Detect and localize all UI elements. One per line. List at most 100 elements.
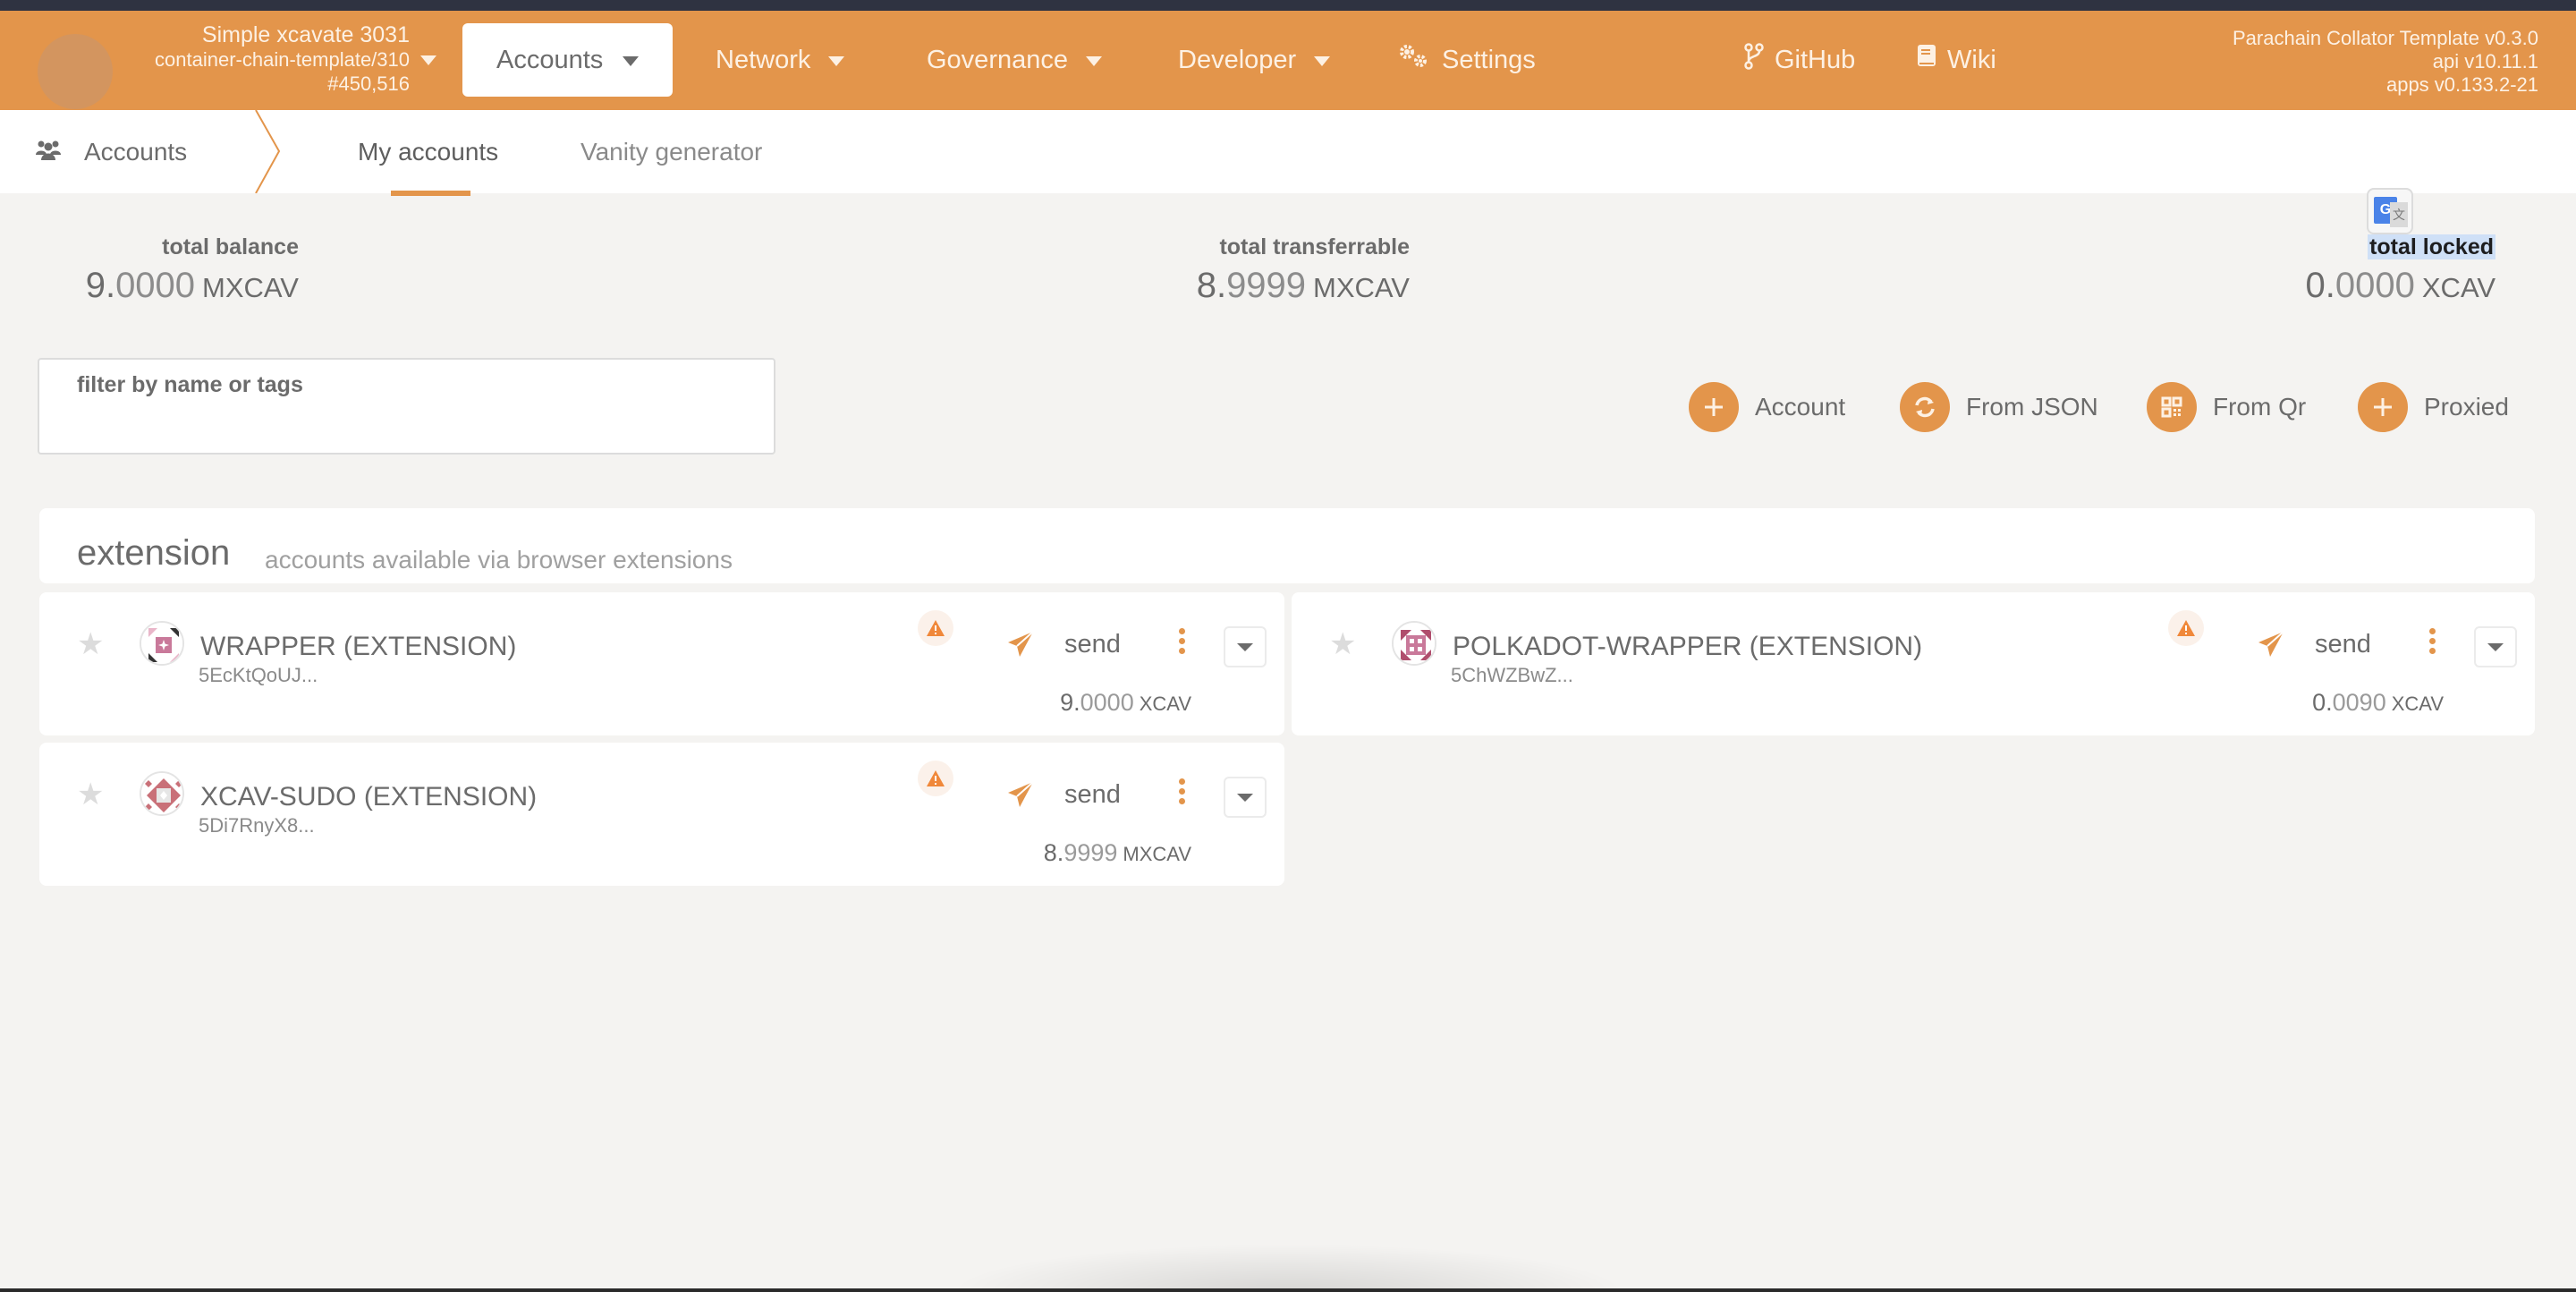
balance-unit: XCAV	[2391, 693, 2444, 715]
dock-shadow	[948, 1244, 1628, 1292]
chain-spec: container-chain-template/310	[155, 48, 410, 71]
total-locked-label: total locked	[2290, 234, 2496, 260]
nav-governance-label: Governance	[927, 45, 1068, 74]
tab-my-accounts[interactable]: My accounts	[358, 110, 498, 193]
send-button[interactable]: send	[1007, 775, 1121, 814]
paper-plane-icon	[1008, 631, 1034, 657]
account-address[interactable]: 5ChWZBwZ...	[1451, 664, 1573, 687]
section-title: extension	[77, 533, 231, 573]
caret-down-icon	[828, 56, 845, 66]
nav-github[interactable]: GitHub	[1744, 23, 1855, 97]
account-balance: 0.0090 XCAV	[2312, 689, 2444, 717]
best-block: #450,516	[327, 72, 410, 95]
caret-down-icon	[1237, 642, 1253, 651]
account-balance: 9.0000 XCAV	[1060, 689, 1191, 717]
favorite-star-icon[interactable]: ★	[77, 626, 104, 662]
total-transferrable-label: total transferrable	[1219, 234, 1410, 259]
account-identicon[interactable]	[140, 621, 184, 666]
account-row: ★ XCAV-SUDO (EXTENSION) 5Di7RnyX8... sen…	[39, 743, 1284, 886]
account-name[interactable]: WRAPPER (EXTENSION)	[200, 632, 516, 662]
total-locked-label-text: total locked	[2368, 234, 2496, 259]
send-label: send	[2315, 629, 2371, 659]
filter-input[interactable]	[75, 406, 755, 446]
gears-icon	[1397, 43, 1431, 77]
total-balance-value: 9.0000 MXCAV	[79, 266, 299, 306]
api-version: api v10.11.1	[2432, 50, 2538, 72]
favorite-star-icon[interactable]: ★	[77, 777, 104, 812]
active-tab-indicator	[391, 191, 470, 196]
warning-icon[interactable]	[2168, 610, 2204, 646]
nav-github-label: GitHub	[1775, 45, 1856, 74]
plus-icon	[2358, 382, 2408, 432]
account-balance: 8.9999 MXCAV	[1044, 839, 1191, 867]
account-identicon[interactable]	[140, 771, 184, 816]
nav-wiki-label: Wiki	[1947, 45, 1996, 74]
warning-icon[interactable]	[918, 761, 953, 796]
nav-network[interactable]: Network	[716, 23, 845, 97]
balance-frac: 0090	[2332, 689, 2386, 716]
caret-down-icon	[1237, 793, 1253, 802]
version-info: Parachain Collator Template v0.3.0 api v…	[2233, 27, 2538, 97]
transferrable-int: 8.	[1196, 266, 1227, 305]
transferrable-unit: MXCAV	[1313, 272, 1410, 303]
account-address[interactable]: 5EcKtQoUJ...	[199, 664, 318, 687]
extension-section-header: extension accounts available via browser…	[39, 508, 2535, 583]
balance-frac: 0000	[115, 266, 196, 305]
total-balance-label: total balance	[162, 234, 299, 259]
plus-icon	[1689, 382, 1739, 432]
send-label: send	[1064, 779, 1121, 809]
google-translate-icon[interactable]: G 文	[2367, 188, 2413, 234]
sync-icon	[1900, 382, 1950, 432]
more-options-icon[interactable]	[1177, 778, 1186, 809]
summary-total-transferrable: total transferrable 8.9999 MXCAV	[1181, 234, 1410, 306]
filter-field[interactable]: filter by name or tags	[38, 358, 775, 455]
tab-vanity-generator[interactable]: Vanity generator	[580, 110, 762, 193]
expand-row-button[interactable]	[1224, 777, 1267, 818]
from-json-button[interactable]: From JSON	[1900, 382, 2098, 432]
add-account-button[interactable]: Account	[1689, 382, 1845, 432]
balance-int: 9.	[1060, 689, 1080, 716]
favorite-star-icon[interactable]: ★	[1329, 626, 1356, 662]
more-options-icon[interactable]	[2428, 628, 2436, 659]
nav-settings[interactable]: Settings	[1397, 23, 1536, 97]
warning-icon[interactable]	[918, 610, 953, 646]
code-branch-icon	[1744, 43, 1764, 77]
send-button[interactable]: send	[2258, 625, 2371, 664]
send-button[interactable]: send	[1007, 625, 1121, 664]
expand-row-button[interactable]	[2474, 626, 2517, 667]
nav-wiki[interactable]: Wiki	[1917, 23, 1996, 97]
balance-unit: MXCAV	[202, 272, 299, 303]
nav-developer[interactable]: Developer	[1178, 23, 1331, 97]
account-row: ★ WRAPPER (EXTENSION) 5EcKtQoUJ... send …	[39, 592, 1284, 735]
locked-frac: 0000	[2334, 266, 2415, 305]
nav-network-label: Network	[716, 45, 811, 74]
paper-plane-icon	[1008, 781, 1034, 807]
caret-down-icon	[2487, 642, 2504, 651]
chain-logo[interactable]	[38, 34, 113, 109]
balance-unit: MXCAV	[1123, 843, 1191, 865]
nav-governance[interactable]: Governance	[927, 23, 1102, 97]
account-address[interactable]: 5Di7RnyX8...	[199, 814, 315, 837]
balance-int: 9.	[85, 266, 116, 305]
account-row: ★ POLKADOT-WRAPPER (EXTENSION) 5ChWZBwZ.…	[1292, 592, 2535, 735]
account-name[interactable]: XCAV-SUDO (EXTENSION)	[200, 782, 537, 812]
qrcode-icon	[2147, 382, 2197, 432]
caret-down-icon	[623, 56, 640, 66]
summary-total-balance: total balance 9.0000 MXCAV	[79, 234, 299, 306]
account-name[interactable]: POLKADOT-WRAPPER (EXTENSION)	[1453, 632, 1922, 662]
add-proxied-label: Proxied	[2424, 393, 2509, 421]
add-account-label: Account	[1755, 393, 1846, 421]
expand-row-button[interactable]	[1224, 626, 1267, 667]
book-icon	[1917, 43, 1936, 77]
balance-frac: 9999	[1063, 839, 1118, 866]
add-proxied-button[interactable]: Proxied	[2358, 382, 2509, 432]
chain-selector[interactable]: Simple xcavate 3031 container-chain-temp…	[125, 23, 410, 96]
chain-dropdown-caret-icon[interactable]	[420, 55, 436, 65]
balance-unit: XCAV	[1139, 693, 1191, 715]
from-qr-button[interactable]: From Qr	[2147, 382, 2306, 432]
paper-plane-icon	[2258, 631, 2284, 657]
filter-label: filter by name or tags	[77, 372, 303, 397]
account-identicon[interactable]	[1392, 621, 1436, 666]
nav-accounts[interactable]: Accounts	[462, 23, 673, 97]
more-options-icon[interactable]	[1177, 628, 1186, 659]
